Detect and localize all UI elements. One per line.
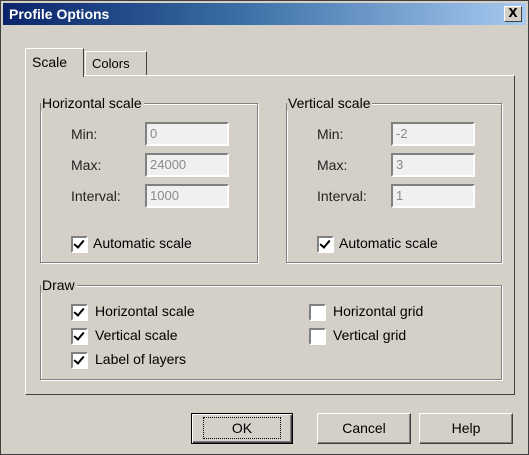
- vertical-scale-legend: Vertical scale: [287, 95, 373, 111]
- scale-tab-panel: Horizontal scale Min: 0 Max: 24000 Inter…: [25, 75, 515, 395]
- h-interval-label: Interval:: [71, 188, 121, 204]
- v-min-field[interactable]: -2: [391, 122, 475, 146]
- draw-label-of-layers-checkbox[interactable]: [71, 352, 88, 369]
- h-interval-field[interactable]: 1000: [145, 184, 229, 208]
- h-min-label: Min:: [71, 126, 98, 142]
- draw-horizontal-grid-label: Horizontal grid: [333, 303, 424, 319]
- draw-vertical-scale-label: Vertical scale: [95, 327, 178, 343]
- h-automatic-scale-label: Automatic scale: [93, 235, 192, 251]
- v-interval-label: Interval:: [317, 188, 367, 204]
- v-max-label: Max:: [317, 157, 348, 173]
- draw-group: Draw Horizontal scale Vertical scale Lab…: [40, 277, 502, 380]
- draw-vertical-grid-label: Vertical grid: [333, 327, 407, 343]
- h-automatic-scale-checkbox[interactable]: [71, 236, 88, 253]
- h-max-field[interactable]: 24000: [145, 153, 229, 177]
- title-bar[interactable]: Profile Options X: [3, 3, 526, 25]
- draw-horizontal-scale-label: Horizontal scale: [95, 303, 195, 319]
- horizontal-scale-legend: Horizontal scale: [41, 95, 144, 111]
- h-max-label: Max:: [71, 157, 102, 173]
- v-min-label: Min:: [317, 126, 344, 142]
- v-automatic-scale-label: Automatic scale: [339, 235, 438, 251]
- window-title: Profile Options: [9, 6, 110, 22]
- horizontal-scale-group: Horizontal scale Min: 0 Max: 24000 Inter…: [40, 95, 258, 263]
- h-min-field[interactable]: 0: [145, 122, 229, 146]
- close-button[interactable]: X: [504, 6, 522, 22]
- v-max-field[interactable]: 3: [391, 153, 475, 177]
- draw-horizontal-grid-checkbox[interactable]: [309, 304, 326, 321]
- draw-vertical-grid-checkbox[interactable]: [309, 328, 326, 345]
- tab-scale[interactable]: Scale: [25, 48, 84, 77]
- v-interval-field[interactable]: 1: [391, 184, 475, 208]
- draw-label-of-layers-label: Label of layers: [95, 351, 187, 367]
- vertical-scale-group: Vertical scale Min: -2 Max: 3 Interval: …: [286, 95, 502, 263]
- draw-vertical-scale-checkbox[interactable]: [71, 328, 88, 345]
- cancel-button[interactable]: Cancel: [317, 413, 411, 444]
- ok-button-label: OK: [202, 417, 282, 439]
- profile-options-dialog: Profile Options X Scale Colors Horizonta…: [0, 0, 529, 455]
- v-automatic-scale-checkbox[interactable]: [317, 236, 334, 253]
- draw-legend: Draw: [41, 277, 77, 293]
- ok-button[interactable]: OK: [191, 413, 293, 444]
- help-button[interactable]: Help: [419, 413, 513, 444]
- draw-horizontal-scale-checkbox[interactable]: [71, 304, 88, 321]
- tab-colors[interactable]: Colors: [85, 51, 147, 76]
